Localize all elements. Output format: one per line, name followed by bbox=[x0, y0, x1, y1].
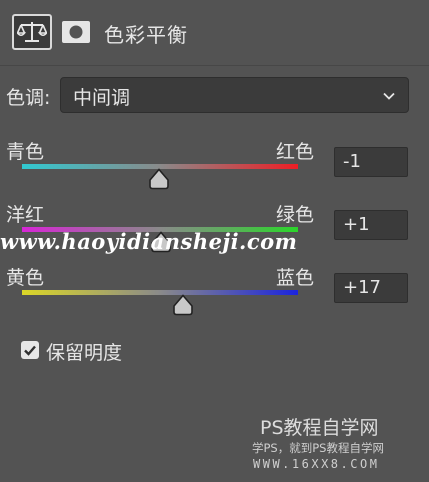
watermark-brand: PS教程自学网 bbox=[260, 417, 379, 439]
preserve-luminosity-checkbox[interactable] bbox=[21, 341, 39, 359]
yellow-blue-slider-thumb[interactable] bbox=[172, 294, 194, 316]
green-label: 绿色 bbox=[276, 204, 315, 226]
preserve-luminosity-label: 保留明度 bbox=[46, 342, 123, 364]
yellow-label: 黄色 bbox=[6, 267, 45, 289]
watermark-url: www.haoyidiansheji.com bbox=[0, 229, 298, 254]
red-label: 红色 bbox=[276, 141, 315, 163]
yellow-blue-value-field[interactable]: +17 bbox=[334, 273, 408, 303]
blue-label: 蓝色 bbox=[276, 267, 315, 289]
tone-dropdown[interactable]: 中间调 bbox=[60, 77, 409, 113]
color-balance-panel: 色彩平衡 色调: 中间调 青色 红色 -1 洋红 绿色 +1 黄色 蓝色 +17… bbox=[0, 0, 429, 482]
cyan-red-slider-thumb[interactable] bbox=[148, 168, 170, 190]
cyan-red-value-field[interactable]: -1 bbox=[334, 147, 408, 177]
watermark-subtitle: 学PS，就到PS教程自学网 bbox=[252, 441, 384, 455]
yellow-blue-slider-track[interactable] bbox=[22, 290, 298, 295]
panel-title: 色彩平衡 bbox=[104, 23, 188, 47]
tone-label: 色调: bbox=[6, 87, 51, 109]
watermark-site: WWW.16XX8.COM bbox=[253, 457, 380, 471]
checkmark-icon bbox=[24, 345, 36, 356]
balance-scale-icon[interactable] bbox=[12, 14, 52, 50]
magenta-label: 洋红 bbox=[6, 204, 45, 226]
properties-header: 色彩平衡 bbox=[0, 0, 429, 66]
layer-mask-icon[interactable] bbox=[60, 17, 92, 47]
cyan-label: 青色 bbox=[6, 141, 45, 163]
magenta-green-value-field[interactable]: +1 bbox=[334, 210, 408, 240]
chevron-down-icon bbox=[383, 92, 395, 100]
tone-dropdown-value: 中间调 bbox=[73, 87, 131, 109]
